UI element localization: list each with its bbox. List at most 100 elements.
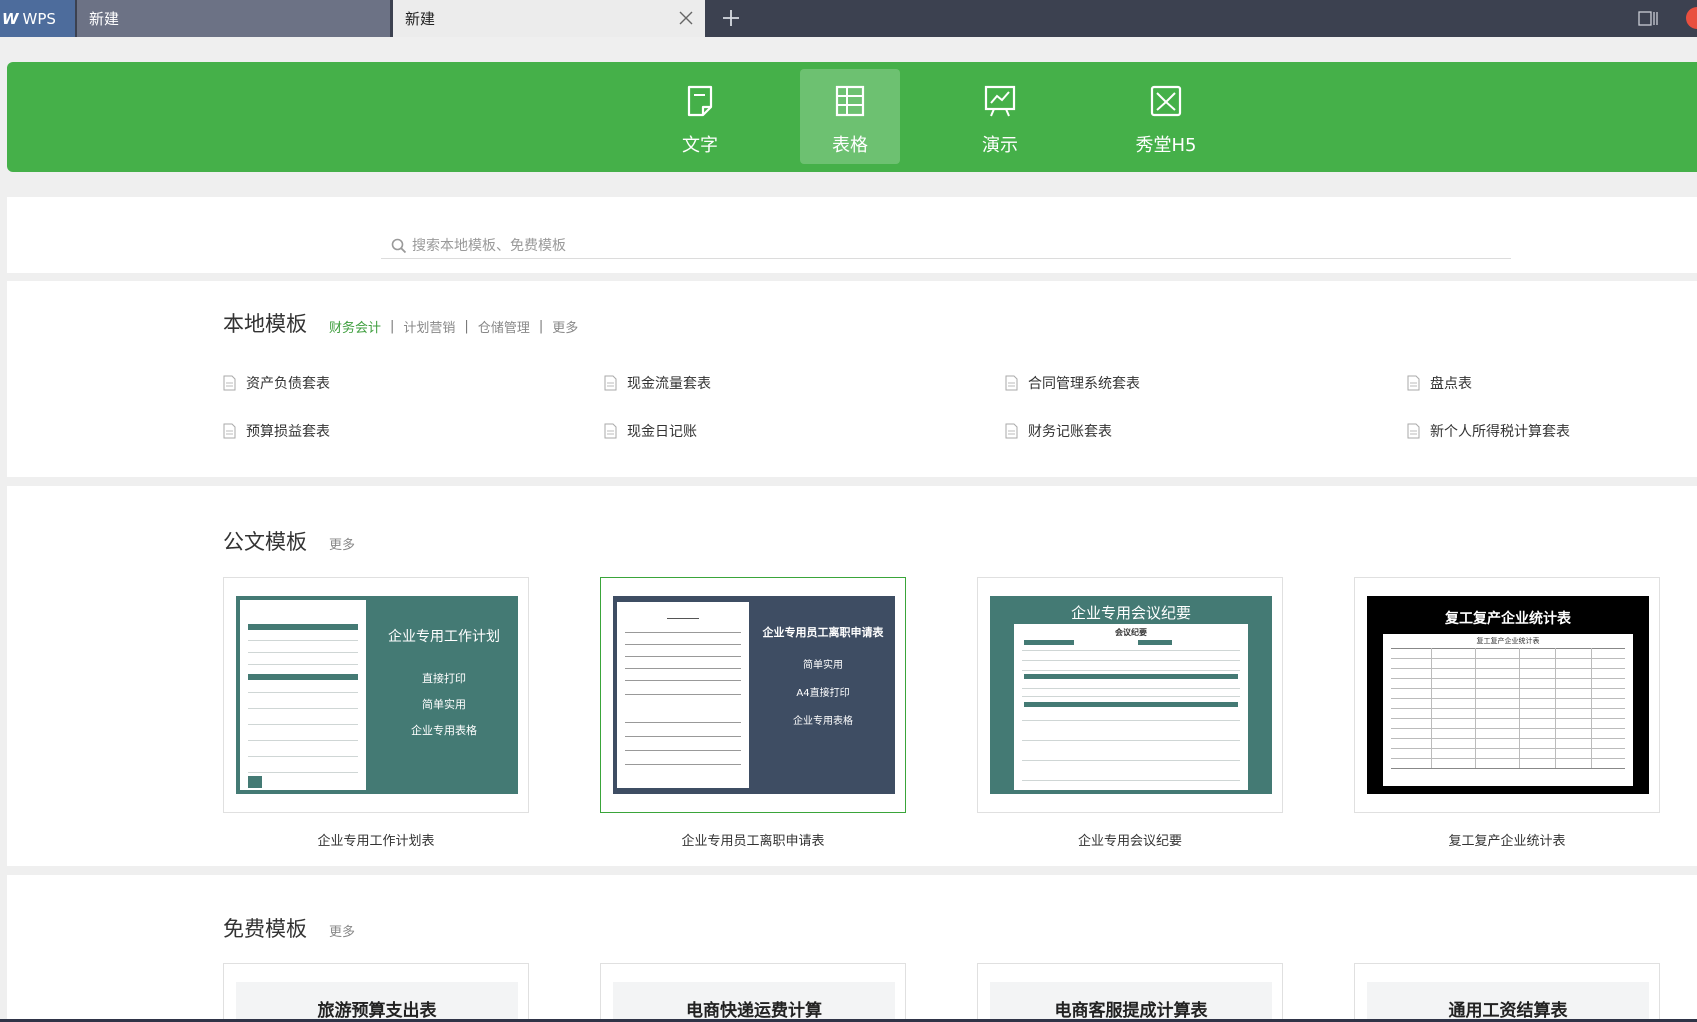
thumb-paper: 复工复产企业统计表	[1383, 634, 1633, 786]
template-card-label[interactable]: 企业专用会议纪要	[977, 830, 1283, 849]
thumb-row	[625, 694, 741, 695]
section-title: 公文模板	[223, 530, 307, 554]
thumb-bar	[248, 776, 262, 788]
thumb-row	[248, 772, 358, 773]
thumb-line: 简单实用	[422, 698, 466, 711]
thumb-row	[1391, 708, 1625, 709]
file-name: 新个人所得税计算套表	[1430, 424, 1570, 440]
file-name: 预算损益套表	[246, 424, 330, 440]
thumb-line: A4直接打印	[796, 688, 850, 699]
local-file-item[interactable]: 盘点表	[1407, 373, 1472, 393]
file-icon	[1005, 423, 1018, 439]
link-more[interactable]: 更多	[552, 317, 578, 336]
thumb-title: 企业专用会议纪要	[1070, 604, 1191, 622]
link-separator: |	[464, 319, 469, 334]
wps-logo-icon: W	[2, 9, 19, 28]
free-template-card[interactable]: 旅游预算支出表	[223, 963, 529, 1022]
category-writer[interactable]: 文字	[650, 69, 750, 164]
thumb-bar	[1138, 640, 1172, 645]
file-icon	[1407, 423, 1420, 439]
thumb-row	[1391, 668, 1625, 669]
thumb-row	[1391, 738, 1625, 739]
free-templates-section: 免费模板 更多 旅游预算支出表 电商快递运费计算 电商客服提成计算表 通用工资结…	[7, 875, 1697, 1022]
local-file-item[interactable]: 合同管理系统套表	[1005, 373, 1140, 393]
local-file-item[interactable]: 现金日记账	[604, 421, 697, 441]
free-template-card[interactable]: 电商快递运费计算	[600, 963, 906, 1022]
wps-home-tab[interactable]: W WPS	[0, 0, 75, 37]
template-card[interactable]: 复工复产企业统计表 复工复产企业统计表	[1354, 577, 1660, 813]
link-separator: |	[390, 319, 395, 334]
file-icon	[604, 423, 617, 439]
thumb-row	[625, 722, 741, 723]
template-thumbnail: 企业专用员工离职申请表 简单实用 A4直接打印 企业专用表格	[613, 596, 895, 794]
thumb-col	[1475, 648, 1476, 768]
search-panel	[7, 197, 1697, 273]
category-bar: 文字 表格 演示 秀堂H5	[7, 62, 1697, 172]
thumb-row	[1022, 760, 1240, 761]
more-link[interactable]: 更多	[329, 534, 355, 553]
local-file-item[interactable]: 资产负债套表	[223, 373, 330, 393]
thumb-row	[1391, 718, 1625, 719]
thumb-row	[1022, 660, 1240, 661]
thumb-row	[1022, 670, 1240, 671]
search-underline	[381, 258, 1511, 259]
tab-bar: W WPS 新建 新建	[0, 0, 1697, 37]
tab-new-2[interactable]: 新建	[393, 0, 705, 37]
category-label: 秀堂H5	[1135, 135, 1197, 156]
thumb-title: 电商客服提成计算表	[1054, 1001, 1208, 1021]
category-h5[interactable]: 秀堂H5	[1116, 69, 1216, 164]
link-finance[interactable]: 财务会计	[329, 317, 381, 336]
section-title: 本地模板	[223, 312, 307, 336]
thumb-bar	[1024, 702, 1238, 707]
thumb-row	[1022, 740, 1240, 741]
thumb-row	[625, 644, 741, 645]
presentation-icon	[984, 85, 1016, 117]
thumb-col	[1555, 648, 1556, 768]
thumb-row	[625, 750, 741, 751]
close-tab-icon[interactable]	[677, 9, 695, 27]
search-icon	[391, 238, 407, 254]
category-label: 表格	[832, 135, 868, 156]
thumb-line: 直接打印	[422, 672, 466, 685]
category-presentation[interactable]: 演示	[950, 69, 1050, 164]
thumb-paper: 会议纪要	[1014, 624, 1248, 790]
thumb-row	[248, 652, 358, 653]
thumb-paper	[617, 602, 749, 788]
tab-label: 新建	[405, 10, 436, 28]
more-link[interactable]: 更多	[329, 921, 355, 940]
tab-new-1[interactable]: 新建	[77, 0, 390, 37]
template-card[interactable]: 企业专用会议纪要 会议纪要	[977, 577, 1283, 813]
local-file-item[interactable]: 新个人所得税计算套表	[1407, 421, 1570, 441]
template-card-label[interactable]: 企业专用工作计划表	[223, 830, 529, 849]
template-thumbnail: 电商客服提成计算表	[990, 982, 1272, 1022]
file-name: 现金日记账	[627, 424, 697, 440]
template-card-label[interactable]: 复工复产企业统计表	[1354, 830, 1660, 849]
template-card-label[interactable]: 企业专用员工离职申请表	[600, 830, 906, 849]
window-layout-icon[interactable]	[1638, 10, 1658, 27]
new-tab-plus-icon[interactable]	[720, 7, 742, 29]
official-templates-section: 公文模板 更多 企业专用工作计划 直接打印 简单实用 企业专用表格 企业专用工作…	[7, 486, 1697, 866]
local-file-item[interactable]: 财务记账套表	[1005, 421, 1112, 441]
thumb-row	[1022, 696, 1240, 697]
template-card[interactable]: 企业专用工作计划 直接打印 简单实用 企业专用表格	[223, 577, 529, 813]
local-file-item[interactable]: 预算损益套表	[223, 421, 330, 441]
free-template-card[interactable]: 通用工资结算表	[1354, 963, 1660, 1022]
local-file-item[interactable]: 现金流量套表	[604, 373, 711, 393]
free-template-card[interactable]: 电商客服提成计算表	[977, 963, 1283, 1022]
file-name: 现金流量套表	[627, 376, 711, 392]
file-name: 财务记账套表	[1028, 424, 1112, 440]
template-search-input[interactable]	[412, 235, 1312, 257]
link-warehouse[interactable]: 仓储管理	[478, 317, 530, 336]
thumb-bar	[1024, 640, 1074, 645]
local-templates-section: 本地模板 财务会计 | 计划营销 | 仓储管理 | 更多 资产负债套表 现金流量…	[7, 281, 1697, 477]
category-spreadsheet[interactable]: 表格	[800, 69, 900, 164]
document-icon	[687, 85, 713, 117]
spreadsheet-icon	[835, 85, 865, 117]
thumb-line: 简单实用	[803, 660, 843, 671]
thumb-row	[1022, 720, 1240, 721]
thumb-row	[625, 680, 741, 681]
user-avatar[interactable]	[1686, 7, 1697, 29]
link-marketing[interactable]: 计划营销	[403, 317, 455, 336]
thumb-row	[625, 632, 741, 633]
template-card-selected[interactable]: 企业专用员工离职申请表 简单实用 A4直接打印 企业专用表格	[600, 577, 906, 813]
